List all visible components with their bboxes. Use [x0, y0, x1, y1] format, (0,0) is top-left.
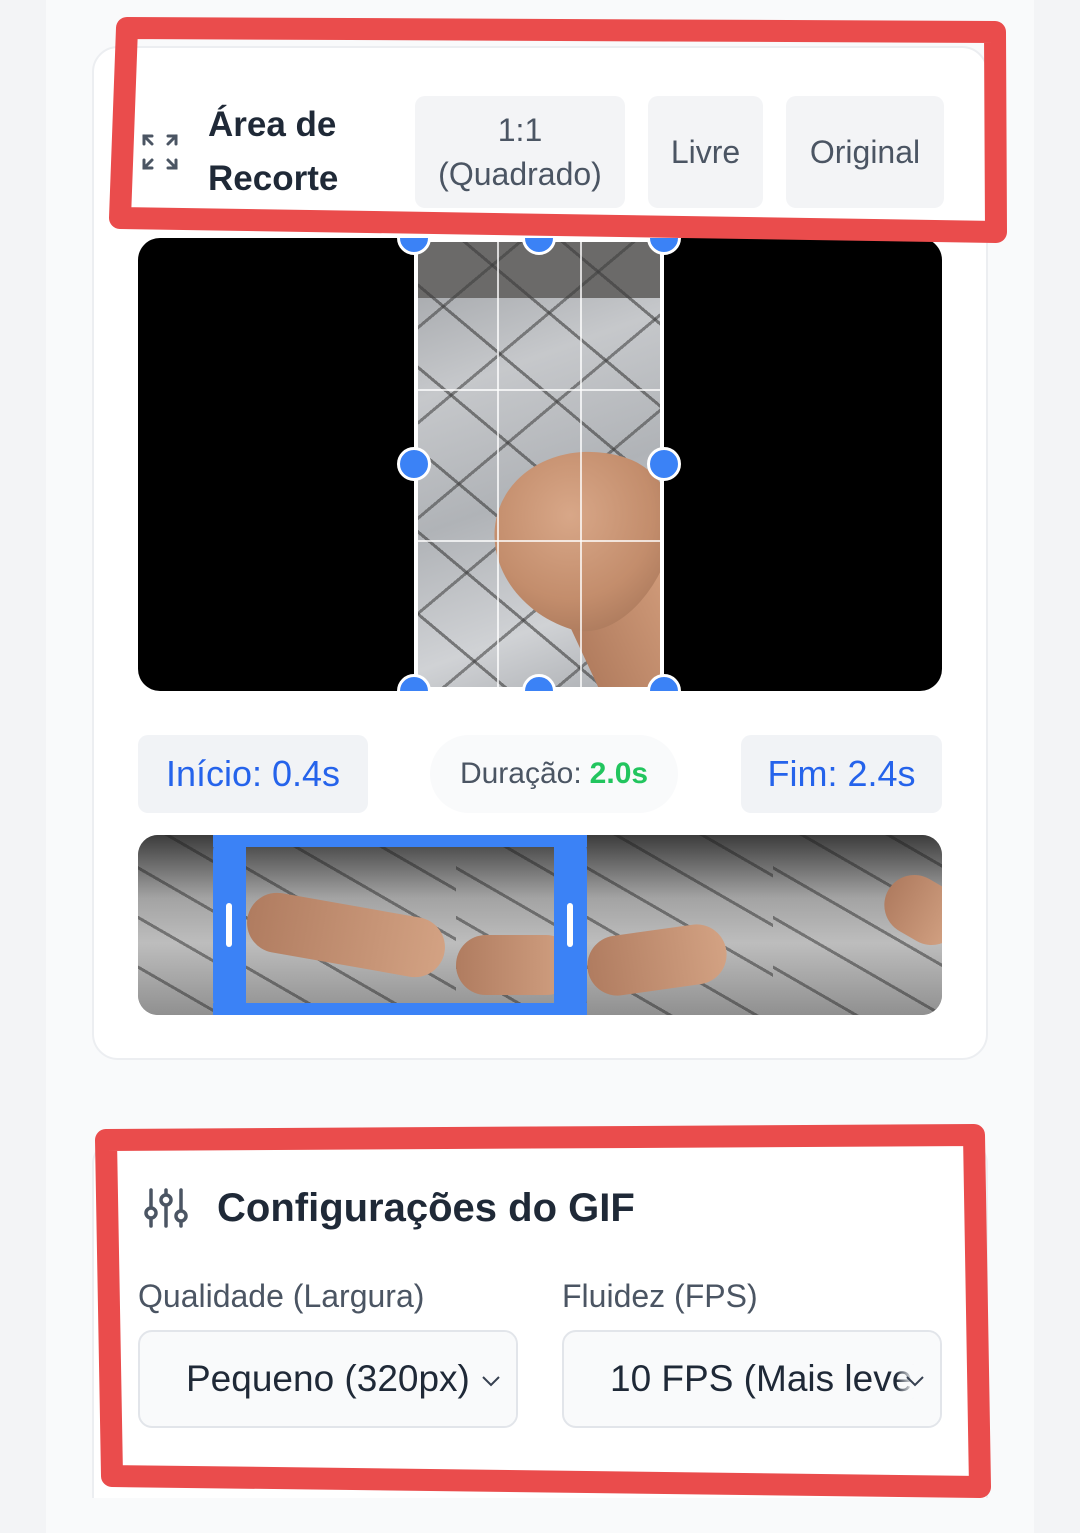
ratio-original-button[interactable]: Original [786, 96, 944, 208]
timeline-frame [583, 835, 773, 1015]
expand-arrows-icon [142, 134, 178, 170]
fps-label: Fluidez (FPS) [562, 1278, 758, 1314]
duration-label: Duração: [459, 757, 582, 790]
crop-header: Área de Recorte 1:1 (Quadrado) Livre Ori… [140, 96, 950, 208]
end-time-chip: Fim: 2.4s [741, 735, 942, 813]
timeline-selection-bottom [213, 1003, 587, 1015]
crop-border [414, 238, 664, 691]
crop-area-title: Área de Recorte [208, 105, 339, 198]
crop-handle-right[interactable] [647, 447, 681, 481]
duration-chip: Duração: 2.0s [430, 735, 678, 813]
video-preview [138, 238, 942, 691]
quality-select[interactable]: Pequeno (320px) [138, 1330, 518, 1428]
timeline-start-handle[interactable] [213, 835, 246, 1015]
ratio-free-button[interactable]: Livre [648, 96, 763, 208]
ratio-square-button[interactable]: 1:1 (Quadrado) [415, 96, 625, 208]
timeline-frame [773, 835, 942, 1015]
crop-selection[interactable] [414, 238, 664, 691]
quality-select-value: Pequeno (320px) [186, 1358, 470, 1399]
fps-select-value: 10 FPS (Mais leve) [610, 1358, 925, 1399]
quality-label: Qualidade (Largura) [138, 1278, 425, 1314]
start-time-chip: Início: 0.4s [138, 735, 368, 813]
timeline-end-handle[interactable] [554, 835, 587, 1015]
timeline-selection-top [213, 835, 587, 847]
sliders-icon [144, 1188, 188, 1228]
duration-value: 2.0s [589, 757, 649, 790]
fps-select[interactable]: 10 FPS (Mais leve) [562, 1330, 942, 1428]
timeline-strip[interactable] [138, 835, 942, 1015]
chevron-down-icon [482, 1376, 500, 1387]
settings-title: Configurações do GIF [217, 1186, 635, 1230]
timeline-frame [242, 835, 456, 1015]
crop-handle-left[interactable] [397, 447, 431, 481]
chevron-down-icon [906, 1376, 924, 1387]
